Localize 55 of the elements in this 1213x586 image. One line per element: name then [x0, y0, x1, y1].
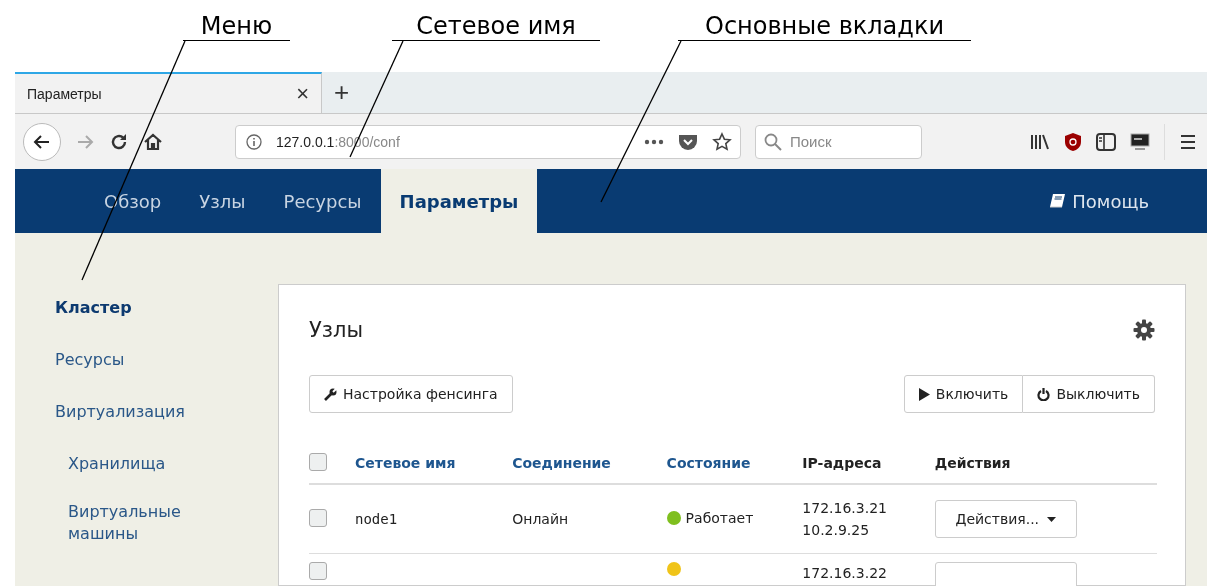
ip-address: 172.16.3.21	[802, 499, 888, 518]
search-field[interactable]: Поиск	[755, 124, 922, 159]
nav-tab[interactable]: Узлы	[180, 169, 265, 233]
pocket-icon[interactable]	[678, 132, 698, 151]
new-tab-button[interactable]: +	[322, 72, 362, 113]
panel-title: Узлы	[309, 318, 363, 342]
actions-dropdown[interactable]: Действия...	[934, 500, 1077, 538]
sidebar-icon[interactable]	[1096, 132, 1116, 151]
info-icon[interactable]	[246, 133, 262, 150]
column-header: Действия	[934, 455, 1011, 471]
settings-icon[interactable]	[1133, 319, 1155, 341]
sidebar-item[interactable]: Виртуальные машины	[55, 501, 218, 545]
more-icon[interactable]	[644, 138, 664, 145]
monitor-icon[interactable]	[1130, 131, 1150, 152]
caret-icon	[1047, 516, 1057, 522]
row-checkbox[interactable]	[309, 508, 327, 527]
start-button[interactable]: Включить	[903, 375, 1024, 413]
sidebar-item[interactable]: Ресурсы	[55, 349, 278, 371]
power-icon	[1037, 387, 1051, 401]
column-header[interactable]: Сетевое имя	[355, 455, 456, 471]
nav-tab[interactable]: Параметры	[380, 169, 538, 233]
shield-icon[interactable]	[1064, 131, 1082, 152]
column-header: IP-адреса	[802, 455, 882, 471]
ip-address: 10.2.9.25	[802, 521, 871, 540]
library-icon[interactable]	[1030, 132, 1050, 151]
callout-label: Основные вкладки	[678, 12, 971, 41]
menu-icon[interactable]	[1179, 133, 1197, 150]
select-all-checkbox[interactable]	[309, 452, 327, 471]
sidebar-item[interactable]: Хранилища	[55, 453, 218, 475]
wrench-icon	[324, 387, 337, 401]
fencing-settings-button[interactable]: Настройка фенсинга	[309, 375, 513, 413]
connection-text: Онлайн	[512, 511, 569, 527]
status-text: Работает	[685, 510, 754, 526]
hostname-text: node1	[355, 511, 398, 527]
play-icon	[918, 387, 930, 401]
sidebar-item[interactable]: Кластер	[55, 297, 278, 319]
tab-close-button[interactable]: ×	[296, 80, 309, 107]
ip-address: 172.16.3.22	[802, 564, 888, 583]
callout-label: Меню	[183, 12, 290, 41]
book-icon	[1049, 193, 1067, 209]
nav-tab[interactable]: Ресурсы	[264, 169, 381, 233]
help-link[interactable]: Помощь	[1049, 169, 1207, 233]
nav-tab[interactable]: Обзор	[85, 169, 181, 233]
back-button[interactable]	[23, 122, 61, 161]
home-icon[interactable]	[143, 131, 163, 152]
sidebar-item[interactable]: Виртуализация	[55, 401, 278, 423]
stop-button[interactable]: Выключить	[1023, 375, 1155, 413]
column-header[interactable]: Соединение	[512, 455, 611, 471]
row-checkbox[interactable]	[309, 562, 327, 580]
star-icon[interactable]	[712, 131, 732, 152]
column-header[interactable]: Состояние	[666, 455, 751, 471]
search-icon	[764, 132, 782, 151]
callout-label: Сетевое имя	[392, 12, 600, 41]
browser-tab[interactable]: Параметры ×	[15, 72, 322, 113]
tab-title: Параметры	[27, 85, 102, 102]
